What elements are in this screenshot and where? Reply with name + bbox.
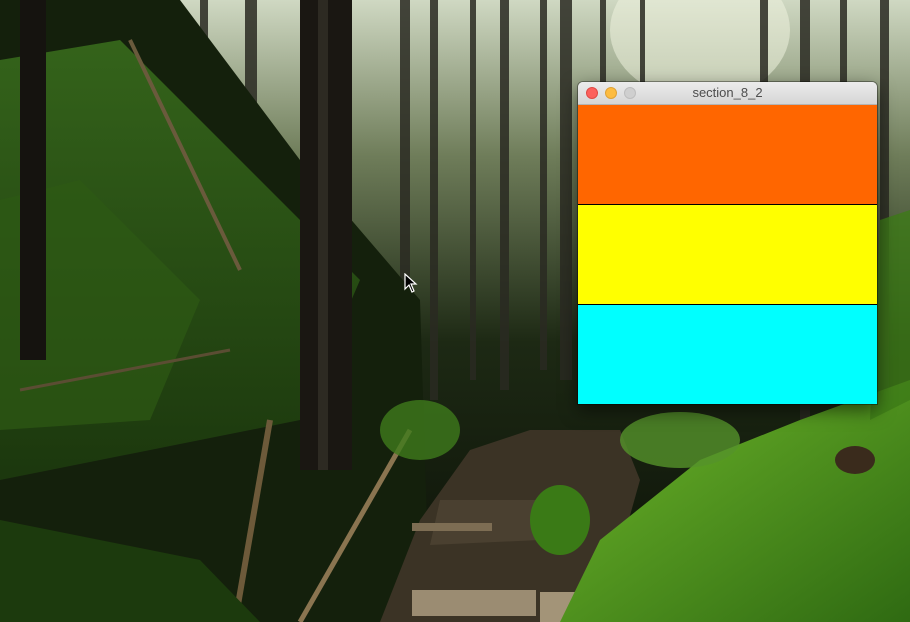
window-content [578, 105, 877, 404]
cyan-band [578, 305, 877, 404]
window-title: section_8_2 [692, 85, 763, 100]
orange-band [578, 105, 877, 205]
yellow-band [578, 205, 877, 305]
app-window[interactable]: section_8_2 [578, 82, 877, 404]
window-titlebar[interactable]: section_8_2 [578, 82, 877, 105]
arrow-cursor-icon [404, 273, 418, 293]
